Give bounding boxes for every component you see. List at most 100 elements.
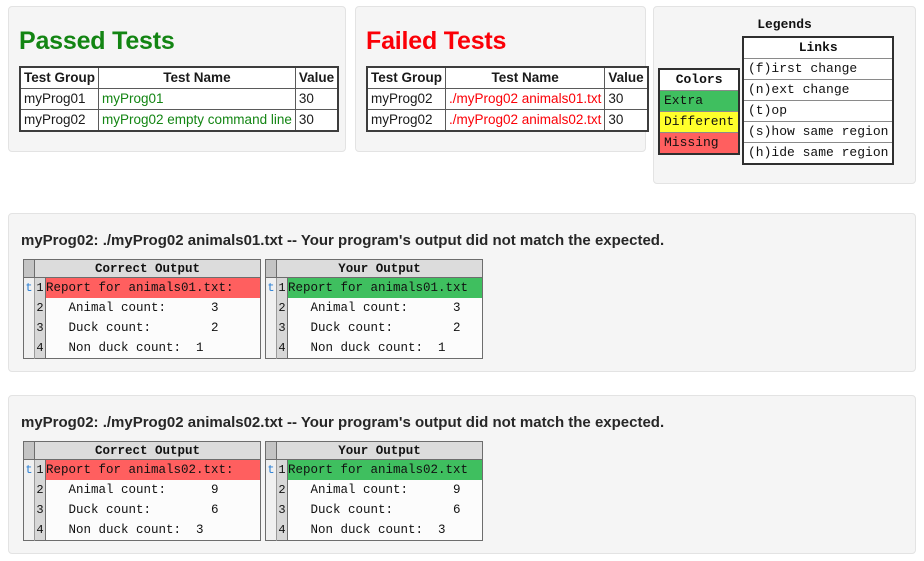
- cell-test-group: myProg01: [19, 88, 100, 110]
- legend-link-show-same-region[interactable]: (s)how same region: [742, 121, 894, 143]
- diff-line-number: 3: [276, 318, 288, 338]
- diff-table-correct-output: Correct Output t 1 Report for animals01.…: [23, 259, 261, 359]
- diff-link-cell: [23, 480, 35, 500]
- diff-line-text: Report for animals02.txt: [287, 459, 483, 480]
- cell-test-name: myProg01: [98, 88, 296, 110]
- diff-line-text: Animal count: 3: [46, 301, 219, 315]
- legend-links-header: Links: [742, 36, 894, 59]
- diff-line-number: 2: [276, 480, 288, 500]
- diff-table-your-output: Your Output t 1 Report for animals02.txt…: [265, 441, 483, 541]
- diff-top-link-cell[interactable]: t: [23, 277, 35, 298]
- diff-line-number: 4: [34, 520, 46, 541]
- diff-link-cell: [23, 298, 35, 318]
- diff-line-text: Duck count: 2: [288, 321, 461, 335]
- legend-swatch-extra: Extra: [658, 90, 740, 112]
- cell-value: 30: [604, 88, 649, 110]
- diff-line-number: 4: [276, 520, 288, 541]
- diff-header-correct: Correct Output: [34, 441, 261, 460]
- diff-line-row: 3 Duck count: 6: [23, 500, 261, 520]
- diff-tables-container: Correct Output t 1 Report for animals01.…: [23, 259, 915, 359]
- table-row: myProg01 myProg01 30: [19, 88, 339, 110]
- diff-corner-cell: [23, 441, 35, 460]
- legend-link-next-change[interactable]: (n)ext change: [742, 79, 894, 101]
- legend-links-header-row: Links: [742, 36, 894, 59]
- diff-link-cell: [265, 338, 277, 359]
- diff-line-row: 4 Non duck count: 1: [265, 338, 483, 359]
- cell-test-group: myProg02: [366, 109, 447, 132]
- diff-line-number: 4: [276, 338, 288, 359]
- legend-links-table: Links (f)irst change (n)ext change (t)op…: [742, 36, 895, 165]
- failed-test-link[interactable]: ./myProg02 animals01.txt: [449, 91, 601, 106]
- diff-header-row: Your Output: [265, 441, 483, 460]
- diff-line-text: Report for animals01.txt: [287, 277, 483, 298]
- legend-link-top[interactable]: (t)op: [742, 100, 894, 122]
- diff-line-number: 1: [34, 277, 46, 298]
- legend-color-row-different: Different: [658, 111, 740, 133]
- diff-link-cell: [265, 480, 277, 500]
- diff-line-text: Duck count: 6: [288, 503, 461, 517]
- cell-value: 30: [604, 109, 649, 132]
- diff-line-text: Report for animals01.txt:: [45, 277, 261, 298]
- failed-tests-title: Failed Tests: [366, 27, 507, 55]
- passed-test-link[interactable]: myProg01: [102, 91, 164, 106]
- legend-swatch-missing: Missing: [658, 132, 740, 155]
- diff-panel: myProg02: ./myProg02 animals02.txt -- Yo…: [8, 395, 916, 554]
- diff-line-row: 2 Animal count: 3: [23, 298, 261, 318]
- legend-link-row: (h)ide same region: [742, 142, 894, 165]
- diff-panel: myProg02: ./myProg02 animals01.txt -- Yo…: [8, 213, 916, 372]
- diff-line-row: 4 Non duck count: 3: [265, 520, 483, 541]
- diff-line-text: Animal count: 9: [46, 483, 219, 497]
- column-header-value: Value: [294, 66, 339, 89]
- legend-link-hide-same-region[interactable]: (h)ide same region: [742, 142, 894, 165]
- cell-test-group: myProg02: [19, 109, 100, 132]
- diff-line-number: 2: [34, 298, 46, 318]
- table-row: myProg02 ./myProg02 animals01.txt 30: [366, 88, 649, 110]
- legends-title: Legends: [757, 17, 812, 32]
- diff-link-cell: [23, 318, 35, 338]
- diff-line-number: 3: [34, 500, 46, 520]
- diff-link-cell: [23, 338, 35, 359]
- diff-line-text: Non duck count: 3: [46, 523, 204, 537]
- failed-test-link[interactable]: ./myProg02 animals02.txt: [449, 112, 601, 127]
- table-header-row: Test Group Test Name Value: [19, 66, 339, 89]
- diff-header-row: Correct Output: [23, 441, 261, 460]
- test-report-page: Passed Tests Test Group Test Name Value …: [0, 0, 924, 561]
- diff-line-row: 3 Duck count: 6: [265, 500, 483, 520]
- diff-line-number: 2: [34, 480, 46, 500]
- diff-line-row: 4 Non duck count: 3: [23, 520, 261, 541]
- diff-line-text: Animal count: 3: [288, 301, 461, 315]
- top-link[interactable]: t: [25, 463, 32, 477]
- top-link[interactable]: t: [267, 281, 274, 295]
- diff-line-number: 1: [276, 277, 288, 298]
- diff-top-link-cell[interactable]: t: [23, 459, 35, 480]
- legend-link-row: (s)how same region: [742, 121, 894, 143]
- diff-line-number: 2: [276, 298, 288, 318]
- diff-title: myProg02: ./myProg02 animals01.txt -- Yo…: [21, 232, 665, 249]
- diff-line-text: Duck count: 2: [46, 321, 219, 335]
- cell-test-group: myProg02: [366, 88, 447, 110]
- legend-colors-table: Colors Extra Different Missing: [658, 68, 741, 155]
- top-link[interactable]: t: [267, 463, 274, 477]
- diff-line-number: 1: [276, 459, 288, 480]
- cell-test-name: ./myProg02 animals02.txt: [445, 109, 606, 132]
- passed-test-link[interactable]: myProg02 empty command line: [102, 112, 292, 127]
- legend-swatch-different: Different: [658, 111, 740, 133]
- top-link[interactable]: t: [25, 281, 32, 295]
- diff-line-number: 3: [34, 318, 46, 338]
- legend-link-row: (t)op: [742, 100, 894, 122]
- diff-top-link-cell[interactable]: t: [265, 277, 277, 298]
- diff-line-row: 3 Duck count: 2: [265, 318, 483, 338]
- column-header-test-group: Test Group: [19, 66, 100, 89]
- diff-header-row: Correct Output: [23, 259, 261, 278]
- table-row: myProg02 myProg02 empty command line 30: [19, 109, 339, 132]
- diff-top-link-cell[interactable]: t: [265, 459, 277, 480]
- legend-colors-header: Colors: [658, 68, 740, 91]
- legend-link-first-change[interactable]: (f)irst change: [742, 58, 894, 80]
- diff-header-yours: Your Output: [276, 441, 483, 460]
- diff-line-text: Non duck count: 3: [288, 523, 446, 537]
- legends-body: Colors Extra Different Missing Links (f)…: [654, 32, 915, 172]
- diff-line-row: t 1 Report for animals01.txt:: [23, 277, 261, 298]
- table-row: myProg02 ./myProg02 animals02.txt 30: [366, 109, 649, 132]
- column-header-test-group: Test Group: [366, 66, 447, 89]
- diff-link-cell: [23, 520, 35, 541]
